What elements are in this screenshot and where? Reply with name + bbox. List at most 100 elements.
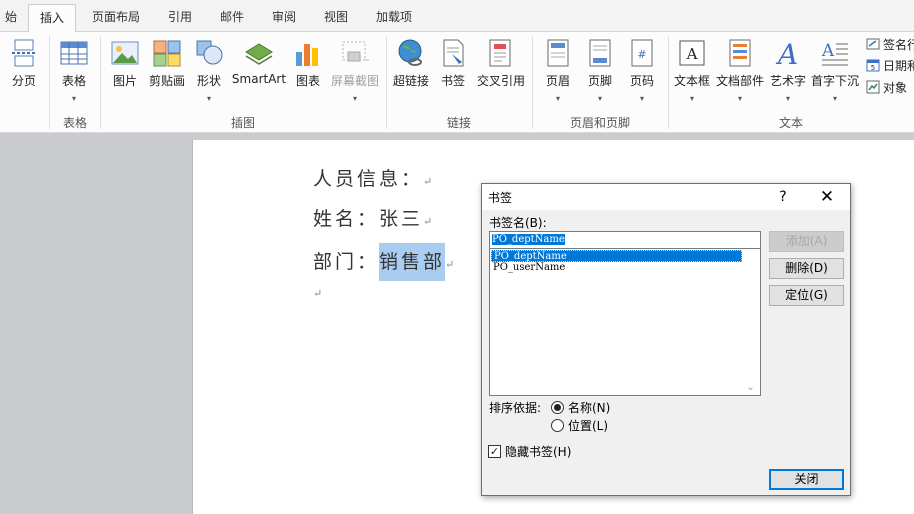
bookmark-button[interactable]: 书签 bbox=[434, 38, 472, 110]
shapes-dropdown-arrow: ▾ bbox=[206, 94, 211, 103]
goto-bookmark-button[interactable]: 定位(G) bbox=[769, 285, 844, 306]
clipart-label: 剪贴画 bbox=[148, 74, 185, 88]
smartart-icon bbox=[245, 43, 273, 65]
page-number-label: 页码 bbox=[629, 74, 654, 88]
signature-line-button[interactable]: 签名行 bbox=[866, 36, 914, 54]
sort-by-name-label[interactable]: 名称(N) bbox=[568, 399, 610, 416]
svg-text:#: # bbox=[637, 48, 646, 61]
dialog-close-icon[interactable]: ✕ bbox=[814, 186, 840, 208]
footer-label: 页脚 bbox=[587, 74, 612, 88]
page-break-icon bbox=[12, 39, 36, 67]
shapes-button[interactable]: 形状 ▾ bbox=[190, 38, 228, 110]
cross-reference-icon bbox=[489, 39, 511, 67]
doc-text-personnel-info: 人员信息： bbox=[313, 168, 424, 190]
tab-insert[interactable]: 插入 bbox=[28, 4, 76, 33]
footer-icon bbox=[589, 39, 611, 67]
screenshot-button[interactable]: 屏幕截图 ▾ bbox=[328, 38, 382, 110]
sort-by-location-label[interactable]: 位置(L) bbox=[568, 417, 608, 434]
sort-by-name-radio[interactable] bbox=[551, 401, 564, 414]
doc-empty-line[interactable]: ↵ bbox=[313, 280, 322, 302]
doc-line-name[interactable]: 姓名：张三↵ bbox=[313, 204, 432, 231]
bookmark-list-scrollbar[interactable]: ⌄ bbox=[742, 249, 759, 395]
table-button[interactable]: 表格 ▾ bbox=[54, 38, 94, 110]
page-number-button[interactable]: # 页码 ▾ bbox=[622, 38, 662, 110]
group-label-illustrations: 插图 bbox=[230, 116, 255, 130]
picture-button[interactable]: 图片 bbox=[106, 38, 144, 110]
bookmark-list[interactable]: PO_deptName PO_userName ⌄ bbox=[489, 249, 761, 396]
tab-references[interactable]: 引用 bbox=[160, 4, 200, 32]
cross-reference-button[interactable]: 交叉引用 bbox=[474, 38, 528, 110]
dropcap-dropdown-arrow: ▾ bbox=[832, 94, 837, 103]
clipart-button[interactable]: 剪贴画 bbox=[146, 38, 188, 110]
chart-button[interactable]: 图表 bbox=[290, 38, 326, 110]
wordart-dropdown-arrow: ▾ bbox=[785, 94, 790, 103]
svg-text:A: A bbox=[775, 38, 798, 68]
page-break-label: 分页 bbox=[11, 74, 36, 88]
cross-reference-label: 交叉引用 bbox=[476, 74, 525, 88]
bookmark-dialog: 书签 ? ✕ 书签名(B): PO_deptName PO_deptName P… bbox=[481, 183, 851, 496]
tab-start[interactable]: 始 bbox=[0, 4, 22, 32]
header-button[interactable]: 页眉 ▾ bbox=[538, 38, 578, 110]
quick-parts-icon bbox=[729, 39, 751, 67]
bookmark-name-label: 书签名(B): bbox=[489, 216, 547, 230]
page-break-button[interactable]: 分页 bbox=[4, 38, 44, 110]
date-time-label: 日期和 bbox=[883, 59, 914, 73]
svg-text:A: A bbox=[686, 45, 698, 63]
group-label-text: 文本 bbox=[778, 116, 803, 130]
scroll-down-icon[interactable]: ⌄ bbox=[742, 382, 759, 393]
paragraph-mark: ↵ bbox=[445, 258, 455, 271]
picture-label: 图片 bbox=[112, 74, 137, 88]
tab-review[interactable]: 审阅 bbox=[264, 4, 304, 32]
table-dropdown-arrow: ▾ bbox=[71, 94, 76, 103]
textbox-button[interactable]: A 文本框 ▾ bbox=[672, 38, 712, 110]
tab-page-layout[interactable]: 页面布局 bbox=[84, 4, 148, 32]
doc-selected-department[interactable]: 销售部 bbox=[379, 243, 446, 281]
help-button[interactable]: ? bbox=[772, 186, 794, 208]
bookmark-name-value: PO_deptName bbox=[492, 234, 565, 245]
hidden-bookmarks-checkbox[interactable]: ✓ bbox=[488, 445, 501, 458]
table-icon bbox=[60, 41, 88, 65]
bookmark-list-item[interactable]: PO_deptName bbox=[491, 250, 742, 262]
tab-addins[interactable]: 加载项 bbox=[368, 4, 420, 32]
header-icon bbox=[547, 39, 569, 67]
group-label-header-footer: 页眉和页脚 bbox=[569, 116, 630, 130]
shapes-label: 形状 bbox=[196, 74, 221, 88]
wordart-button[interactable]: A 艺术字 ▾ bbox=[768, 38, 808, 110]
footer-button[interactable]: 页脚 ▾ bbox=[580, 38, 620, 110]
date-time-button[interactable]: 5 日期和 bbox=[866, 57, 914, 75]
paragraph-mark: ↵ bbox=[313, 287, 323, 300]
dialog-title-bar[interactable]: 书签 ? ✕ bbox=[482, 184, 850, 210]
group-label-links: 链接 bbox=[446, 116, 471, 130]
chart-label: 图表 bbox=[295, 74, 320, 88]
close-dialog-button[interactable]: 关闭 bbox=[769, 469, 844, 490]
sort-by-location-radio[interactable] bbox=[551, 419, 564, 432]
textbox-label: 文本框 bbox=[673, 74, 710, 88]
object-button[interactable]: 对象 bbox=[866, 79, 907, 97]
dropcap-icon: A bbox=[821, 41, 848, 66]
doc-line-department[interactable]: 部门：销售部↵ bbox=[313, 243, 455, 281]
hidden-bookmarks-label[interactable]: 隐藏书签(H) bbox=[505, 443, 571, 460]
dropcap-button[interactable]: A 首字下沉 ▾ bbox=[810, 38, 860, 110]
paragraph-mark: ↵ bbox=[423, 215, 433, 228]
dropcap-label: 首字下沉 bbox=[810, 74, 859, 88]
tab-view[interactable]: 视图 bbox=[316, 4, 356, 32]
hyperlink-button[interactable]: 超链接 bbox=[390, 38, 432, 110]
group-label-tables: 表格 bbox=[62, 116, 87, 130]
wordart-icon: A bbox=[775, 38, 798, 68]
delete-bookmark-button[interactable]: 删除(D) bbox=[769, 258, 844, 279]
page-number-dropdown-arrow: ▾ bbox=[639, 94, 644, 103]
bookmark-name-input[interactable]: PO_deptName bbox=[489, 231, 761, 249]
bookmark-icon bbox=[443, 39, 464, 67]
hyperlink-globe-icon bbox=[398, 39, 422, 66]
doc-text-department-label: 部门： bbox=[313, 251, 380, 273]
quick-parts-button[interactable]: 文档部件 ▾ bbox=[714, 38, 766, 110]
bookmark-list-item[interactable]: PO_userName bbox=[491, 262, 742, 274]
page-number-icon: # bbox=[631, 39, 653, 67]
smartart-button[interactable]: SmartArt bbox=[230, 38, 288, 110]
tab-mailings[interactable]: 邮件 bbox=[212, 4, 252, 32]
screenshot-dropdown-arrow: ▾ bbox=[352, 94, 357, 103]
add-bookmark-button[interactable]: 添加(A) bbox=[769, 231, 844, 252]
hyperlink-label: 超链接 bbox=[392, 74, 429, 88]
svg-text:A: A bbox=[821, 41, 835, 61]
doc-line-personnel-info[interactable]: 人员信息：↵ bbox=[313, 164, 432, 191]
